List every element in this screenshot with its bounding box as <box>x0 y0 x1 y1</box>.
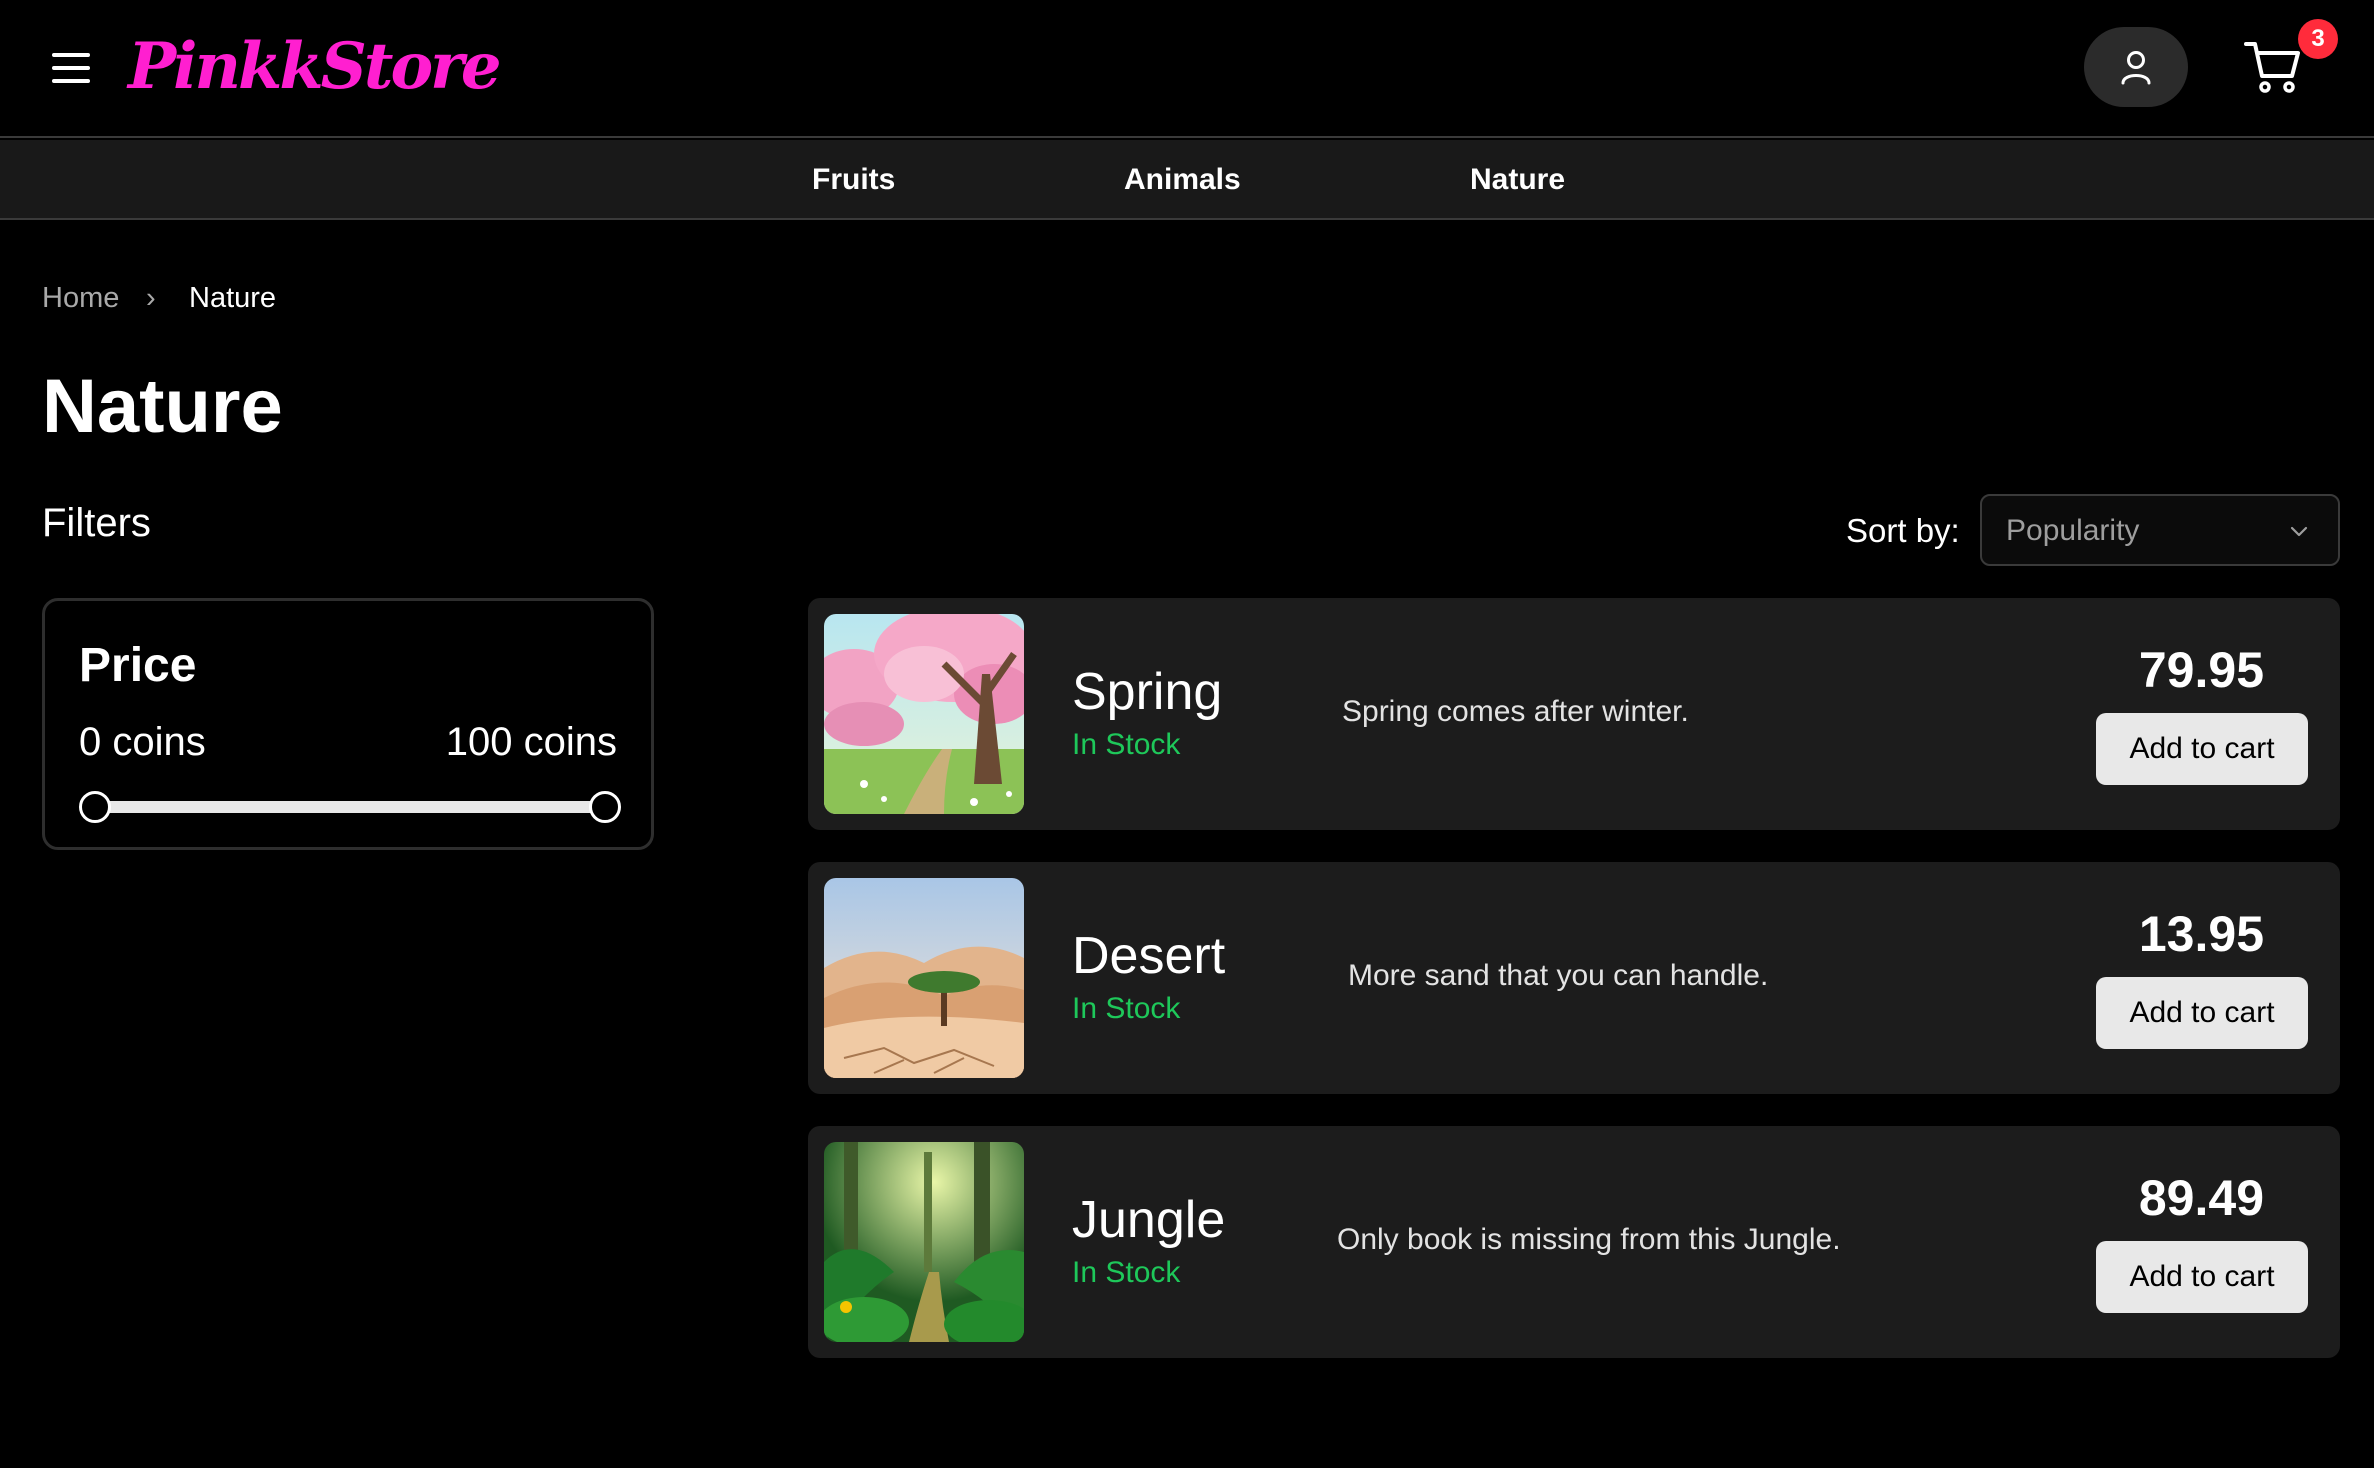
product-description: More sand that you can handle. <box>1348 959 1769 992</box>
product-card: Jungle In Stock Only book is missing fro… <box>808 1126 2340 1358</box>
add-to-cart-button[interactable]: Add to cart <box>2096 977 2308 1049</box>
product-card: Desert In Stock More sand that you can h… <box>808 862 2340 1094</box>
stock-status: In Stock <box>1072 992 1181 1025</box>
sort-selected-value: Popularity <box>2006 514 2140 547</box>
hamburger-menu-icon[interactable] <box>52 47 94 89</box>
category-nav: Fruits Animals Nature <box>0 140 2374 220</box>
product-card: Spring In Stock Spring comes after winte… <box>808 598 2340 830</box>
nav-item-nature[interactable]: Nature <box>1470 140 1565 220</box>
jungle-forest-path-image[interactable] <box>824 1142 1024 1342</box>
breadcrumb-home-link[interactable]: Home <box>42 278 119 318</box>
price-max-label: 100 coins <box>445 720 617 764</box>
stock-status: In Stock <box>1072 728 1181 761</box>
stock-status: In Stock <box>1072 1256 1181 1289</box>
price-range-max-handle[interactable] <box>589 791 621 823</box>
page-title: Nature <box>42 364 283 449</box>
product-price: 89.49 <box>2138 1170 2264 1226</box>
add-to-cart-button[interactable]: Add to cart <box>2096 1241 2308 1313</box>
product-name[interactable]: Jungle <box>1072 1188 1225 1252</box>
top-header: PinkkStore 3 <box>0 0 2374 138</box>
shopping-cart-icon <box>2244 42 2300 93</box>
product-description: Spring comes after winter. <box>1342 695 1689 728</box>
add-to-cart-button[interactable]: Add to cart <box>2096 713 2308 785</box>
breadcrumb-current: Nature <box>189 282 277 314</box>
product-description: Only book is missing from this Jungle. <box>1337 1223 1841 1256</box>
nav-item-fruits[interactable]: Fruits <box>812 140 895 220</box>
filters-heading: Filters <box>42 501 151 545</box>
user-account-button[interactable] <box>2084 27 2188 107</box>
spring-blossom-tree-image[interactable] <box>824 614 1024 814</box>
sort-label: Sort by: <box>1846 512 1960 549</box>
price-min-label: 0 coins <box>79 720 206 764</box>
user-icon <box>2121 51 2151 85</box>
desert-dunes-tree-image[interactable] <box>824 878 1024 1078</box>
chevron-right-icon: › <box>146 282 156 314</box>
price-range-min-handle[interactable] <box>79 791 111 823</box>
nav-item-animals[interactable]: Animals <box>1124 140 1241 220</box>
product-price: 13.95 <box>2138 906 2264 962</box>
chevron-down-icon <box>2290 526 2308 537</box>
product-name[interactable]: Spring <box>1072 660 1222 724</box>
store-logo[interactable]: PinkkStore <box>128 22 502 112</box>
sort-dropdown[interactable]: Popularity <box>1980 494 2340 566</box>
cart-count-badge: 3 <box>2298 19 2338 59</box>
price-range-track[interactable] <box>95 801 605 813</box>
price-filter-card: Price 0 coins 100 coins <box>42 598 654 850</box>
price-filter-title: Price <box>79 639 197 692</box>
product-price: 79.95 <box>2138 642 2264 698</box>
product-name[interactable]: Desert <box>1072 924 1225 988</box>
